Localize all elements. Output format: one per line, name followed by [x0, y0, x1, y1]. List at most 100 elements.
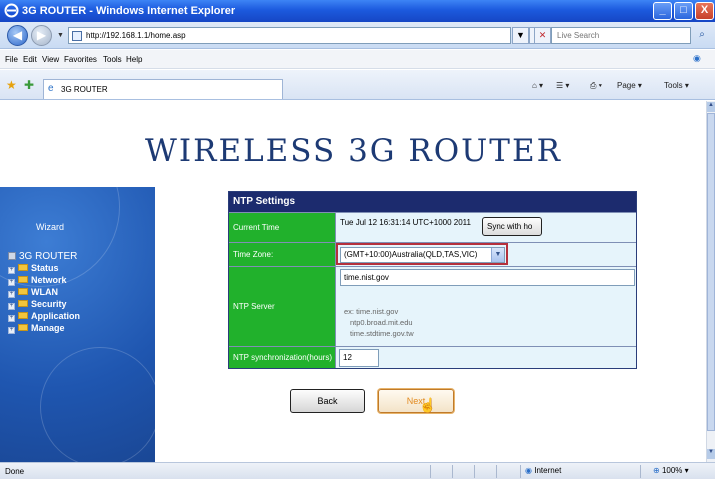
sidebar-decoration: [40, 347, 155, 462]
current-time-value: Tue Jul 12 16:31:14 UTC+1000 2011: [340, 218, 471, 227]
ntp-server-examples: ex: time.nist.gov ntp0.broad.mit.edu tim…: [344, 306, 414, 339]
status-divider: [474, 465, 475, 478]
browser-tab[interactable]: e 3G ROUTER: [43, 79, 283, 99]
zoom-icon: ⊕: [653, 466, 660, 475]
globe-icon: ◉: [525, 466, 532, 475]
scroll-down-icon[interactable]: ▼: [707, 449, 715, 459]
back-nav-button[interactable]: ◀: [7, 25, 28, 46]
expand-icon[interactable]: +: [8, 291, 15, 298]
zoom-control[interactable]: ⊕ 100% ▾: [653, 466, 689, 475]
ntp-settings-table: NTP Settings Current Time Tue Jul 12 16:…: [228, 191, 637, 369]
address-bar[interactable]: http://192.168.1.1/home.asp: [68, 27, 511, 44]
scroll-up-icon[interactable]: ▲: [707, 102, 715, 112]
maximize-button[interactable]: □: [674, 2, 693, 20]
window-title: 3G ROUTER - Windows Internet Explorer: [22, 5, 236, 17]
sidebar-item-manage[interactable]: + Manage: [8, 323, 80, 335]
example-line: time.stdtime.gov.tw: [350, 329, 414, 338]
time-zone-select[interactable]: (GMT+10:00)Australia(QLD,TAS,VIC) ▼: [340, 247, 505, 263]
sync-hours-input[interactable]: 12: [339, 349, 379, 367]
menu-tools[interactable]: Tools: [103, 55, 122, 64]
sidebar-item-label: Manage: [31, 323, 65, 333]
security-zone[interactable]: ◉ Internet: [525, 466, 561, 475]
forward-nav-button[interactable]: ▶: [31, 25, 52, 46]
menu-bar: File Edit View Favorites Tools Help ◉: [0, 50, 715, 69]
sidebar-item-application[interactable]: + Application: [8, 311, 80, 323]
chevron-down-icon[interactable]: ▼: [491, 248, 504, 262]
add-favorite-icon[interactable]: ✚: [24, 78, 34, 92]
current-time-label: Current Time: [229, 213, 335, 242]
page-menu-button[interactable]: Page ▾: [617, 81, 642, 90]
ntp-settings-header: NTP Settings: [229, 192, 636, 212]
menu-help[interactable]: Help: [126, 55, 142, 64]
zone-label: Internet: [534, 466, 562, 475]
status-divider: [640, 465, 641, 478]
ie-window: 3G ROUTER - Windows Internet Explorer _ …: [0, 0, 715, 479]
sidebar-item-wlan[interactable]: + WLAN: [8, 287, 80, 299]
tree-root-label: 3G ROUTER: [19, 251, 78, 262]
time-zone-label: Time Zone:: [229, 243, 335, 266]
search-box[interactable]: [551, 27, 691, 44]
vertical-scrollbar[interactable]: ▲ ▼: [706, 101, 715, 462]
status-bar: Done ◉ Internet ⊕ 100% ▾: [0, 462, 715, 479]
nav-tree: 3G ROUTER + Status + Network + WLAN + Securi…: [8, 251, 80, 335]
router-header: WIRELESS 3G ROUTER: [0, 101, 706, 187]
tab-page-icon: e: [48, 83, 54, 94]
status-divider: [520, 465, 521, 478]
status-divider: [452, 465, 453, 478]
globe-icon[interactable]: ◉: [693, 53, 701, 64]
sidebar-item-label: Network: [31, 275, 67, 285]
search-icon[interactable]: ⌕: [692, 27, 712, 44]
folder-icon: [18, 264, 28, 271]
menu-favorites[interactable]: Favorites: [64, 55, 97, 64]
next-button[interactable]: Next: [378, 389, 454, 413]
scroll-thumb[interactable]: [707, 113, 715, 431]
sync-hours-cell: 12: [335, 347, 636, 368]
ntp-server-input[interactable]: time.nist.gov: [340, 269, 635, 286]
favorites-bar: ★ ✚ e 3G ROUTER ⌂ ▾ ☰ ▾ ⎙ ▾ Page ▾ Tools…: [0, 70, 715, 100]
sidebar-item-label: Security: [31, 299, 67, 309]
search-input[interactable]: [552, 28, 682, 43]
time-zone-highlight: (GMT+10:00)Australia(QLD,TAS,VIC) ▼: [336, 243, 508, 265]
zoom-label: 100%: [661, 466, 683, 475]
feeds-button[interactable]: ☰ ▾: [556, 81, 569, 90]
tools-menu-button[interactable]: Tools ▾: [664, 81, 689, 90]
expand-icon[interactable]: +: [8, 315, 15, 322]
title-bar: 3G ROUTER - Windows Internet Explorer _ …: [0, 0, 715, 22]
folder-icon: [18, 288, 28, 295]
sidebar-item-security[interactable]: + Security: [8, 299, 80, 311]
back-button[interactable]: Back: [290, 389, 365, 413]
history-dropdown-icon[interactable]: ▼: [57, 32, 64, 39]
address-dropdown-icon[interactable]: ▼: [512, 27, 529, 44]
expand-icon[interactable]: +: [8, 267, 15, 274]
expand-icon[interactable]: +: [8, 327, 15, 334]
time-zone-value: (GMT+10:00)Australia(QLD,TAS,VIC): [344, 250, 478, 259]
time-zone-row: Time Zone: (GMT+10:00)Australia(QLD,TAS,…: [229, 242, 636, 266]
folder-icon: [18, 312, 28, 319]
menu-edit[interactable]: Edit: [23, 55, 37, 64]
current-time-cell: Tue Jul 12 16:31:14 UTC+1000 2011 Sync w…: [335, 213, 636, 242]
example-line: ntp0.broad.mit.edu: [350, 318, 413, 327]
url-text[interactable]: http://192.168.1.1/home.asp: [86, 31, 186, 40]
close-button[interactable]: X: [695, 2, 714, 20]
tree-root[interactable]: 3G ROUTER: [8, 251, 80, 263]
sidebar-item-label: WLAN: [31, 287, 58, 297]
wizard-link[interactable]: Wizard: [36, 222, 64, 232]
favorites-star-icon[interactable]: ★: [6, 78, 17, 92]
expand-icon[interactable]: +: [8, 279, 15, 286]
folder-icon: [18, 276, 28, 283]
page-icon: [72, 31, 82, 41]
sidebar-item-network[interactable]: + Network: [8, 275, 80, 287]
menu-view[interactable]: View: [42, 55, 59, 64]
sidebar-item-status[interactable]: + Status: [8, 263, 80, 275]
minimize-button[interactable]: _: [653, 2, 672, 20]
menu-file[interactable]: File: [5, 55, 18, 64]
print-button[interactable]: ⎙ ▾: [590, 81, 602, 91]
example-line: ex: time.nist.gov: [344, 307, 399, 316]
sync-with-host-button[interactable]: Sync with ho: [482, 217, 542, 236]
stop-icon[interactable]: ✕: [534, 27, 551, 44]
current-time-row: Current Time Tue Jul 12 16:31:14 UTC+100…: [229, 212, 636, 242]
sidebar: Wizard 3G ROUTER + Status + Network + WLAN …: [0, 187, 155, 462]
status-divider: [496, 465, 497, 478]
expand-icon[interactable]: +: [8, 303, 15, 310]
home-button[interactable]: ⌂ ▾: [532, 81, 543, 90]
